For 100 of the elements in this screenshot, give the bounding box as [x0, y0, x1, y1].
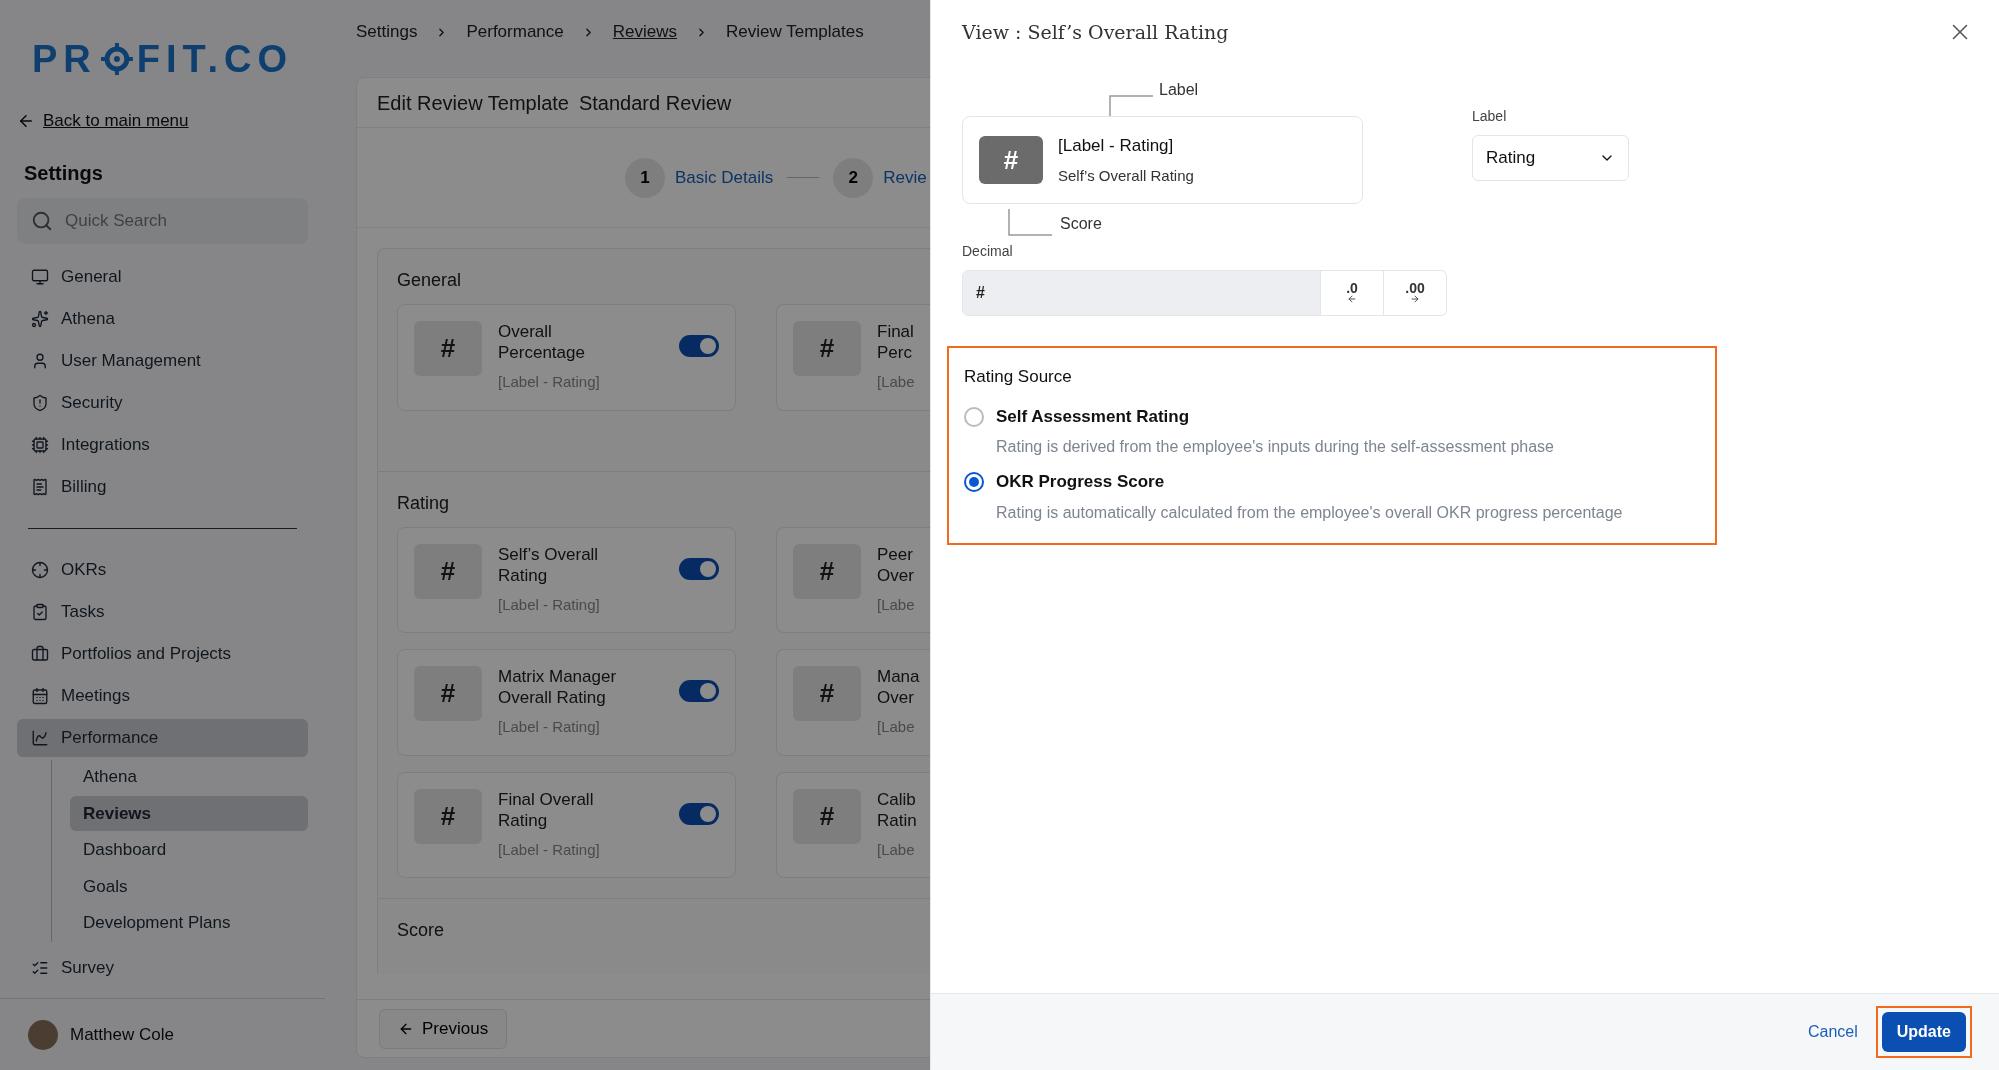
toggle-switch[interactable]: [679, 680, 719, 702]
nav-item[interactable]: OKRs: [17, 550, 308, 589]
search-field[interactable]: Quick Search: [17, 197, 308, 244]
nav-icon: [31, 477, 49, 496]
update-button[interactable]: Update: [1881, 1012, 1966, 1052]
radio-button[interactable]: [964, 406, 984, 427]
search-icon: [31, 209, 53, 232]
nav-item[interactable]: Meetings: [17, 676, 308, 715]
target-icon: [100, 43, 133, 75]
nav-icon: [31, 959, 49, 977]
hash-tile: #: [414, 543, 482, 599]
hash-tile: #: [979, 136, 1043, 184]
logo-text: FIT.CO: [136, 36, 293, 82]
section-title: Rating: [397, 491, 451, 515]
radio-button[interactable]: [964, 472, 984, 492]
nav-item[interactable]: Security: [17, 383, 308, 422]
card-title: Matrix Manager Overall Rating: [498, 666, 618, 708]
label-annotation: Label: [1159, 80, 1199, 100]
score-annotation: Score: [1060, 214, 1102, 234]
card-title: Ratin: [877, 809, 917, 831]
nav-icon: [31, 686, 49, 705]
card-title: Peer: [877, 543, 914, 565]
card-title: Perc: [877, 342, 913, 363]
hash-tile: #: [793, 321, 861, 376]
drawer-title: View : Self’s Overall Rating: [962, 19, 1229, 45]
hash-tile: #: [414, 788, 482, 844]
hash-tile: #: [793, 543, 861, 599]
card-subtitle: [Label - Rating]: [498, 839, 601, 860]
card-subtitle: [Label - Rating]: [498, 372, 601, 392]
step-label[interactable]: Revie: [883, 164, 927, 191]
nav-icon: [31, 309, 49, 328]
section-title: Score: [397, 919, 446, 942]
nav-item[interactable]: Billing: [17, 467, 308, 506]
preview-label: [Label - Rating]: [1058, 135, 1175, 157]
nav-icon: [31, 267, 49, 286]
card-title: Final: [877, 321, 915, 342]
nav-subitem[interactable]: Development Plans: [70, 905, 308, 941]
card-subtitle: [Label - Rating]: [498, 594, 601, 615]
hash-tile: #: [414, 666, 482, 721]
nav-subitem[interactable]: Reviews: [70, 796, 308, 831]
template-name: Standard Review: [578, 90, 732, 116]
avatar: [28, 1019, 58, 1050]
option-description: Rating is derived from the employee's inputs during the self-assessment phase: [996, 437, 1554, 457]
hash-tile: #: [793, 788, 861, 844]
nav-item[interactable]: Portfolios and Projects: [17, 634, 308, 673]
editor-title: Edit Review Template: [377, 90, 569, 116]
card-subtitle: [Labe: [877, 717, 916, 737]
toggle-switch[interactable]: [679, 802, 719, 825]
option-label: Self Assessment Rating: [996, 405, 1191, 428]
nav-item[interactable]: Survey: [17, 949, 308, 987]
nav-item[interactable]: General: [17, 257, 308, 296]
card-subtitle: [Labe: [877, 594, 915, 615]
step-label[interactable]: Basic Details: [675, 164, 774, 191]
nav-item[interactable]: Tasks: [17, 592, 308, 631]
label-select[interactable]: Rating: [1472, 135, 1629, 181]
hash-tile: #: [793, 666, 861, 721]
option-description: Rating is automatically calculated from the employee's overall OKR progress percentage: [996, 502, 1623, 523]
cancel-link[interactable]: Cancel: [1807, 1020, 1858, 1044]
logo-text: PR: [32, 36, 97, 82]
nav-subitem[interactable]: Goals: [70, 869, 308, 904]
breadcrumb-link[interactable]: Performance: [466, 19, 564, 45]
card-title: Over: [877, 687, 915, 708]
nav-icon: [31, 644, 49, 663]
leader-line: [1008, 209, 1052, 237]
back-link[interactable]: Back to main menu: [43, 108, 189, 134]
card-subtitle: [Labe: [877, 839, 916, 860]
breadcrumb-link[interactable]: Settings: [356, 19, 418, 45]
settings-heading: Settings: [24, 160, 104, 186]
section-title: General: [397, 269, 463, 292]
step-number: 1: [625, 157, 665, 198]
toggle-switch[interactable]: [679, 335, 719, 357]
breadcrumb-link[interactable]: Review Templates: [726, 19, 864, 45]
card-title: Overall Percentage: [498, 321, 586, 363]
hash-tile: #: [414, 321, 482, 376]
user-name: Matthew Cole: [70, 1023, 174, 1046]
card-title: Mana: [877, 666, 920, 687]
preview-name: Self’s Overall Rating: [1058, 165, 1194, 186]
nav-subitem[interactable]: Athena: [70, 759, 308, 795]
section-title: Rating Source: [964, 366, 1073, 388]
card-subtitle: [Labe: [877, 372, 915, 392]
card-title: Final Overall Rating: [498, 788, 595, 831]
card-title: Over: [877, 564, 915, 586]
nav-item[interactable]: Performance: [17, 718, 308, 757]
previous-button[interactable]: Previous: [379, 1008, 508, 1049]
nav-icon: [31, 602, 49, 621]
breadcrumb-link[interactable]: Reviews: [612, 19, 677, 45]
nav-item[interactable]: User Management: [17, 341, 308, 380]
option-label: OKR Progress Score: [996, 471, 1166, 493]
card-subtitle: [Label - Rating]: [498, 717, 601, 737]
nav-item[interactable]: Athena: [17, 299, 308, 338]
nav-icon: [31, 435, 49, 454]
field-label: Label: [1472, 107, 1508, 126]
card-title: Self’s Overall Rating: [498, 543, 600, 586]
nav-item[interactable]: Integrations: [17, 425, 308, 464]
step-number: 2: [833, 157, 874, 198]
nav-icon: [31, 560, 49, 579]
toggle-switch[interactable]: [679, 557, 719, 580]
field-label: Decimal: [962, 242, 1014, 261]
nav-icon: [31, 351, 49, 370]
nav-subitem[interactable]: Dashboard: [70, 832, 308, 868]
